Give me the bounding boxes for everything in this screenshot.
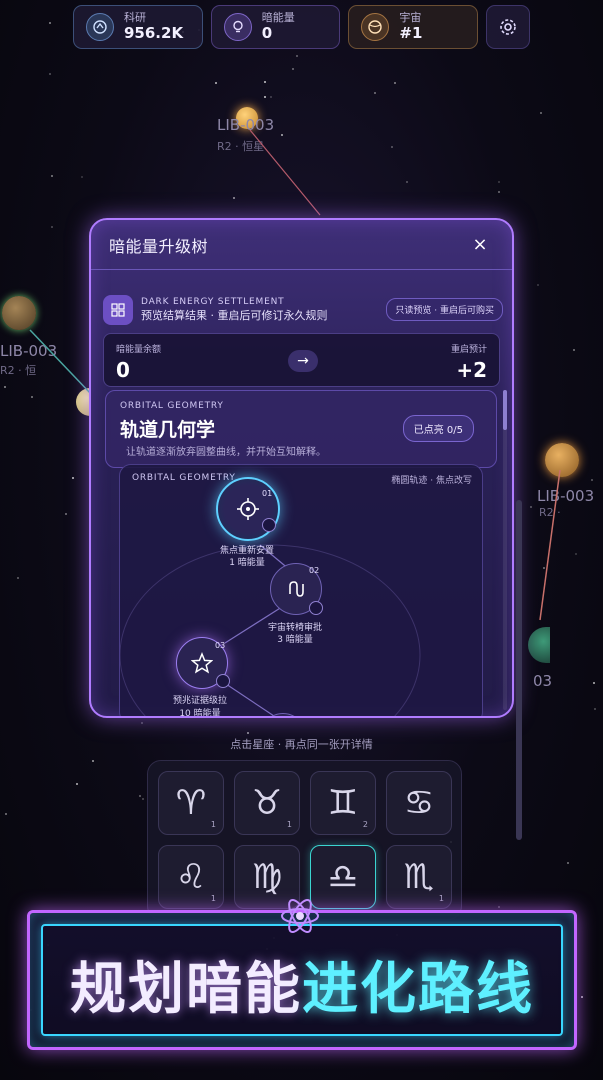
readonly-preview-badge: 只读预览 · 重启后可购买 [386, 298, 503, 321]
arrow-right-icon: → [288, 350, 318, 372]
settlement-desc: 预览结算结果 · 重启后可修订永久规则 [141, 308, 328, 322]
gemini-icon: ♊ [327, 783, 359, 823]
atom-icon [281, 899, 319, 933]
balance-card: 暗能量余额 0 → 重启预计 +2 [103, 333, 500, 387]
dark-energy-upgrade-modal: 暗能量升级树 × DARK ENERGY SETTLEMENT 预览结算结果 ·… [89, 218, 514, 718]
section-title: 轨道几何学 [120, 419, 216, 441]
cancer-icon: ♋ [403, 783, 435, 823]
section-title-en: ORBITAL GEOMETRY [120, 401, 224, 411]
node-cost: 3 暗能量 [277, 635, 313, 645]
libra-icon: ♎ [327, 857, 359, 897]
grid-icon [103, 295, 133, 325]
research-value: 956.2K [124, 23, 184, 42]
crosshair-icon [237, 498, 259, 520]
settings-button[interactable] [486, 5, 530, 49]
taurus-icon: ♉ [251, 783, 283, 823]
balance-label: 暗能量余额 [116, 345, 162, 355]
virgo-icon: ♍ [251, 857, 283, 897]
section-desc: 让轨道逐渐放弃圆整曲线，并开始互知解释。 [126, 447, 326, 458]
node-status-dot [309, 601, 323, 615]
balance-value: 0 [116, 358, 130, 382]
reset-estimate-value: +2 [456, 358, 487, 382]
universe-stat[interactable]: 宇宙 #1 [348, 5, 479, 49]
zodiac-count: 1 [210, 894, 216, 903]
node-cost: 1 暗能量 [229, 558, 265, 568]
zodiac-count: 1 [210, 820, 216, 829]
node-number: 03 [215, 641, 226, 650]
zodiac-taurus[interactable]: ♉ 1 [234, 771, 300, 835]
zodiac-count: 1 [286, 820, 292, 829]
reset-estimate-label: 重启预计 [450, 345, 487, 355]
lightbulb-icon [223, 13, 252, 41]
globe-icon [361, 13, 390, 41]
orbital-geometry-section[interactable]: ORBITAL GEOMETRY 轨道几何学 让轨道逐渐放弃圆整曲线，并开始互知… [105, 390, 497, 468]
settlement-row: DARK ENERGY SETTLEMENT 预览结算结果 · 重启后可修订永久… [103, 292, 503, 328]
loop-icon [289, 581, 304, 597]
zodiac-cancer[interactable]: ♋ [386, 771, 452, 835]
modal-scrollbar[interactable] [503, 390, 507, 710]
zodiac-leo[interactable]: ♌ 1 [158, 845, 224, 909]
modal-header: 暗能量升级树 × [91, 220, 512, 270]
modal-title: 暗能量升级树 [109, 236, 209, 256]
node-status-dot [262, 518, 276, 532]
dark-energy-label: 暗能量 [261, 11, 295, 25]
banner-headline: 规划暗能进化路线 [27, 944, 577, 1025]
node-status-dot [216, 674, 230, 688]
zodiac-aries[interactable]: ♈ 1 [158, 771, 224, 835]
settlement-title-en: DARK ENERGY SETTLEMENT [141, 297, 285, 307]
page-scrollbar[interactable] [516, 500, 522, 840]
universe-label: 宇宙 [399, 11, 422, 25]
dark-energy-value: 0 [261, 23, 273, 42]
node-name: 预兆证据级拉 [172, 696, 227, 706]
banner-headline-part2: 进化路线 [302, 957, 534, 1022]
zodiac-gemini[interactable]: ♊ 2 [310, 771, 376, 835]
research-stat[interactable]: 科研 956.2K [73, 5, 203, 49]
zodiac-scorpio[interactable]: ♏ 1 [386, 845, 452, 909]
zodiac-count: 2 [362, 820, 368, 829]
modal-scroll-thumb[interactable] [503, 390, 507, 430]
universe-value: #1 [399, 23, 423, 42]
close-button[interactable]: × [468, 234, 492, 255]
gear-icon [500, 19, 516, 35]
lit-count-badge: 已点亮 0/5 [402, 415, 474, 442]
leo-icon: ♌ [175, 857, 207, 897]
node-cost: 10 暗能量 [179, 709, 221, 718]
research-label: 科研 [124, 11, 146, 25]
scorpio-icon: ♏ [403, 857, 435, 897]
banner-headline-part1: 规划暗能 [70, 957, 302, 1022]
top-stats-bar: 科研 956.2K 暗能量 0 宇宙 #1 [73, 5, 530, 49]
constellation-hint: 点击星座 · 再点同一张开详情 [230, 738, 373, 751]
star-icon [191, 652, 213, 674]
aries-icon: ♈ [175, 783, 207, 823]
node-number: 01 [262, 489, 273, 498]
research-icon [86, 13, 114, 41]
dark-energy-stat[interactable]: 暗能量 0 [210, 5, 341, 49]
zodiac-count: 1 [438, 894, 444, 903]
node-number: 02 [309, 566, 320, 575]
upgrade-tree-panel: ORBITAL GEOMETRY 椭圆轨迹 · 焦点改写 01 焦点重新安置 1… [119, 464, 483, 718]
